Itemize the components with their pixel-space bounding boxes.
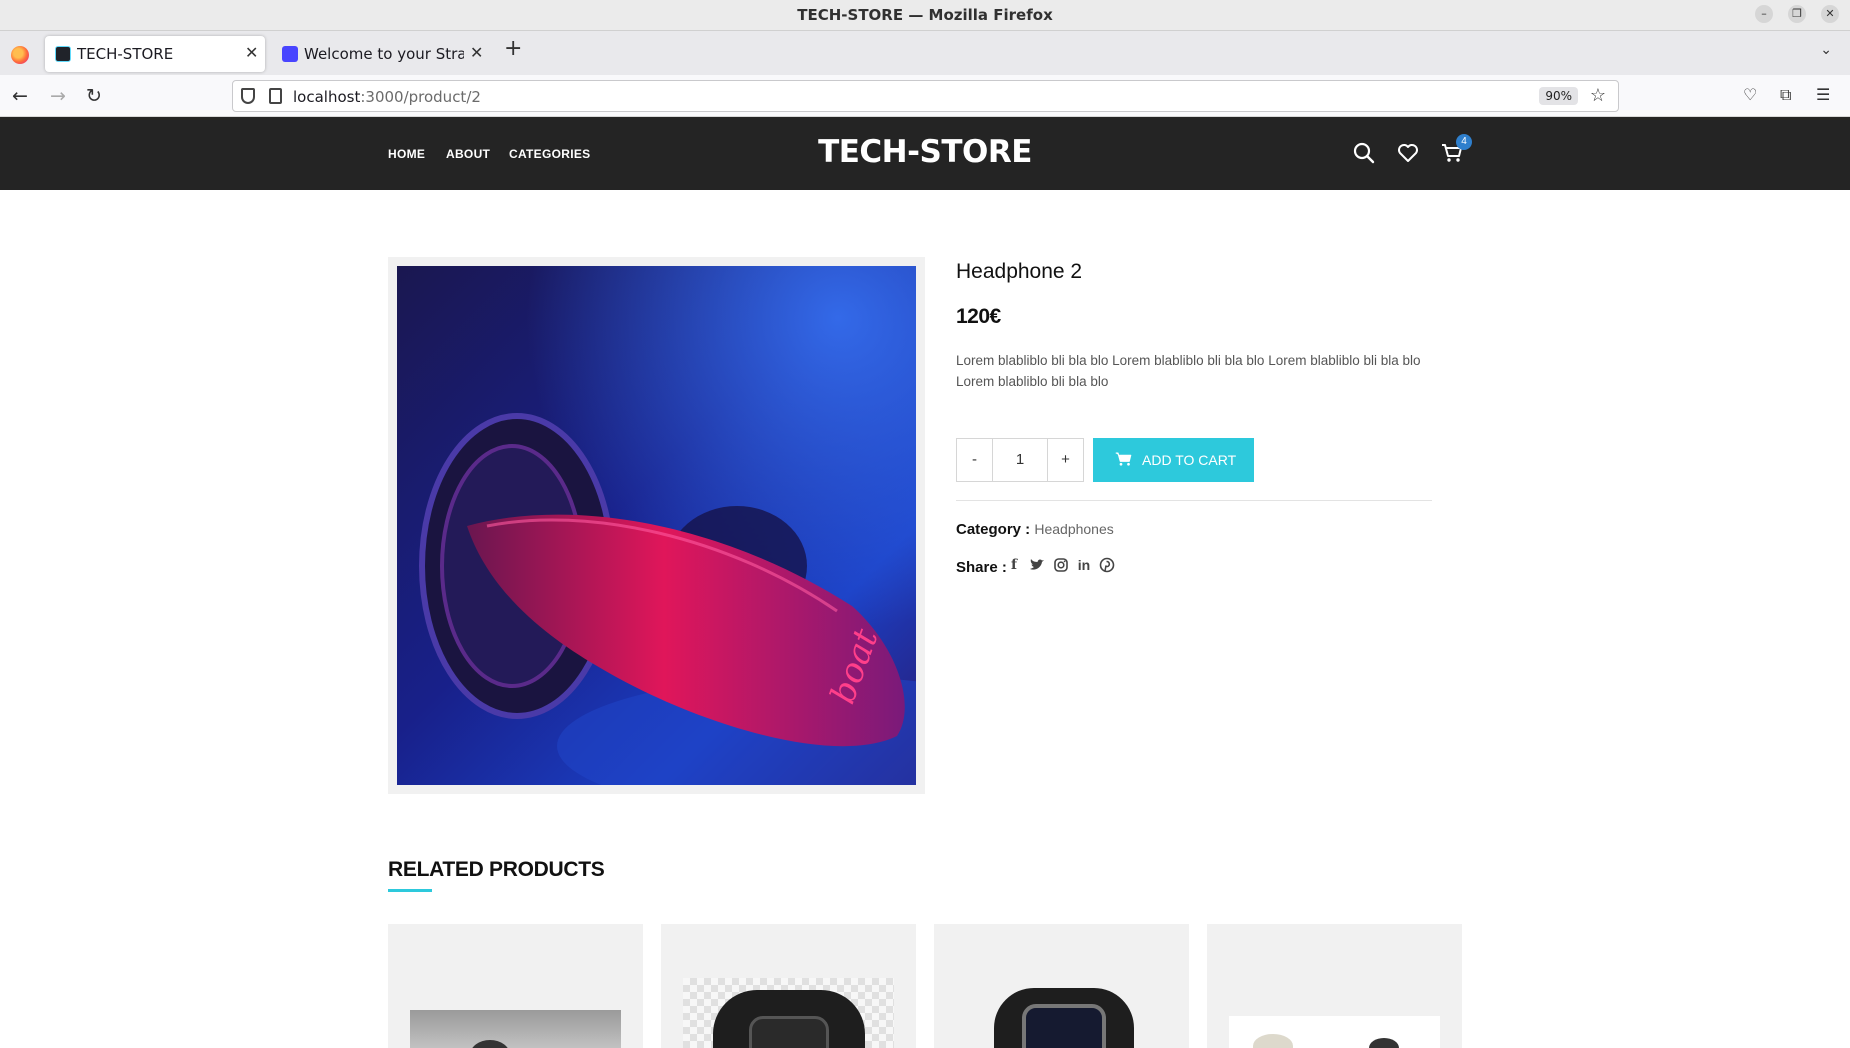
twitter-icon[interactable] (1029, 557, 1045, 573)
add-to-cart-button[interactable]: ADD TO CART (1093, 438, 1254, 482)
product-thumbnail (410, 1010, 621, 1048)
product-thumbnail (1229, 1016, 1440, 1048)
cart-icon (1115, 452, 1132, 466)
pinterest-icon[interactable] (1099, 557, 1115, 573)
close-window-button[interactable]: ✕ (1821, 5, 1839, 23)
restore-button[interactable]: ❐ (1788, 5, 1806, 23)
extensions-icon[interactable]: ⧉ (1780, 85, 1791, 105)
share-label: Share : (956, 559, 1007, 576)
close-tab-icon[interactable]: ✕ (245, 43, 258, 62)
increase-quantity-button[interactable]: + (1047, 438, 1084, 482)
window-titlebar: TECH-STORE — Mozilla Firefox – ❐ ✕ (0, 0, 1850, 31)
navigation-bar: ← → ↻ localhost:3000/product/2 90% ☆ ♡ ⧉… (0, 75, 1850, 117)
add-to-cart-label: ADD TO CART (1142, 452, 1237, 468)
category-label: Category : (956, 521, 1031, 538)
product-image-frame: boat (388, 257, 925, 794)
product-price: 120€ (956, 305, 1001, 328)
zoom-level[interactable]: 90% (1539, 87, 1578, 105)
related-product-card[interactable] (661, 924, 916, 1048)
headphone-shape (470, 1040, 510, 1048)
instagram-icon[interactable] (1053, 557, 1069, 573)
forward-icon[interactable]: → (50, 85, 66, 107)
minimize-button[interactable]: – (1755, 5, 1773, 23)
product-title: Headphone 2 (956, 260, 1083, 283)
close-tab-icon[interactable]: ✕ (470, 43, 483, 62)
product-thumbnail (683, 978, 894, 1048)
product-image[interactable]: boat (397, 266, 916, 785)
watch-face-shape (1022, 1004, 1106, 1048)
reload-icon[interactable]: ↻ (86, 85, 102, 107)
related-product-card[interactable] (1207, 924, 1462, 1048)
url-bar[interactable]: localhost:3000/product/2 90% ☆ (232, 80, 1619, 112)
category-link[interactable]: Headphones (1034, 521, 1113, 537)
list-all-tabs-icon[interactable]: ⌄ (1820, 41, 1832, 58)
strapi-favicon-icon (282, 46, 298, 62)
app-menu-icon[interactable]: ☰ (1816, 85, 1830, 104)
product-description: Lorem blabliblo bli bla blo Lorem blabli… (956, 353, 1421, 389)
tab-label: Welcome to your Strapi a (304, 45, 464, 63)
tab-bar: TECH-STORE ✕ Welcome to your Strapi a ✕ … (0, 31, 1850, 75)
related-products-title: RELATED PRODUCTS (388, 858, 605, 881)
title-underline (388, 889, 432, 892)
headphone-illustration: boat (397, 266, 916, 785)
tab-label: TECH-STORE (77, 45, 174, 63)
page-info-icon[interactable] (269, 88, 282, 104)
firefox-icon (11, 46, 29, 64)
facebook-icon[interactable]: f (1006, 557, 1022, 573)
decrease-quantity-button[interactable]: - (956, 438, 993, 482)
react-favicon-icon (55, 46, 71, 62)
url-text[interactable]: localhost:3000/product/2 (293, 88, 481, 106)
divider (956, 500, 1432, 501)
shield-icon[interactable] (241, 88, 255, 104)
heart-icon[interactable] (1396, 141, 1420, 165)
earbud-shape (1253, 1034, 1293, 1048)
new-tab-button[interactable]: + (504, 36, 522, 61)
related-product-card[interactable] (934, 924, 1189, 1048)
watch-face-shape (749, 1016, 829, 1048)
category-row: Category : Headphones (956, 521, 1114, 538)
tab-strapi[interactable]: Welcome to your Strapi a ✕ (272, 36, 484, 72)
tab-tech-store[interactable]: TECH-STORE ✕ (45, 36, 265, 72)
linkedin-icon[interactable]: in (1076, 557, 1092, 573)
back-icon[interactable]: ← (12, 85, 28, 107)
url-host: localhost (293, 88, 361, 106)
related-product-card[interactable] (388, 924, 643, 1048)
earbud-shape (1369, 1038, 1399, 1048)
quantity-input[interactable]: 1 (992, 438, 1048, 482)
url-path: :3000/product/2 (360, 88, 481, 106)
site-logo[interactable]: TECH-STORE (0, 134, 1850, 170)
cart-count-badge: 4 (1456, 134, 1472, 150)
bookmark-star-icon[interactable]: ☆ (1590, 85, 1606, 106)
window-title: TECH-STORE — Mozilla Firefox (797, 6, 1053, 24)
pocket-icon[interactable]: ♡ (1743, 85, 1757, 104)
search-icon[interactable] (1352, 141, 1376, 165)
site-header: HOME ABOUT CATEGORIES TECH-STORE 4 (0, 117, 1850, 190)
product-thumbnail (994, 988, 1134, 1048)
